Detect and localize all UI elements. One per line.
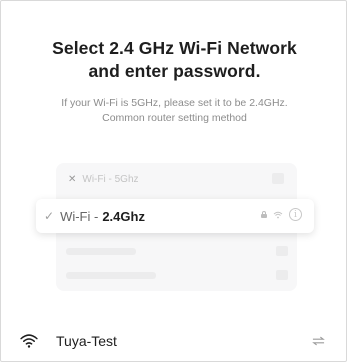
check-icon: ✓ <box>44 209 55 223</box>
info-icon: i <box>289 208 302 221</box>
placeholder-box <box>276 246 288 256</box>
placeholder-bar <box>66 271 156 279</box>
wifi-icon <box>20 334 38 348</box>
page-title-line1: Select 2.4 GHz Wi-Fi Network <box>52 38 297 58</box>
network-24g-band: 2.4Ghz <box>102 208 145 224</box>
switch-network-icon[interactable] <box>312 336 325 346</box>
placeholder-row <box>66 267 288 283</box>
placeholder-box <box>276 270 288 280</box>
network-24g-icons: i <box>261 208 302 221</box>
band-hint-text: If your Wi-Fi is 5GHz, please set it to … <box>61 97 288 109</box>
page-title-line2: and enter password. <box>88 61 261 81</box>
illustration-row-24g: ✓ Wi-Fi - 2.4Ghz i <box>36 199 314 233</box>
page-title: Select 2.4 GHz Wi-Fi Network and enter p… <box>0 37 349 83</box>
x-icon: ✕ <box>68 173 77 185</box>
wifi-icon <box>273 211 283 218</box>
placeholder-box <box>272 173 284 184</box>
illustration-row-5g: ✕ Wi-Fi - 5Ghz <box>62 166 292 192</box>
network-24g-prefix: Wi-Fi - <box>60 208 99 224</box>
wifi-band-illustration: ✕ Wi-Fi - 5Ghz ✓ Wi-Fi - 2.4Ghz i <box>0 155 349 295</box>
selected-network-row[interactable]: Tuya-Test <box>0 328 349 358</box>
placeholder-row <box>66 243 288 259</box>
placeholder-bar <box>66 247 136 255</box>
network-5g-label: Wi-Fi - 5Ghz <box>82 173 139 185</box>
lock-icon <box>261 211 267 218</box>
router-setting-link[interactable]: Common router setting method <box>0 111 349 126</box>
band-hint: If your Wi-Fi is 5GHz, please set it to … <box>0 96 349 126</box>
network-name: Tuya-Test <box>56 333 117 349</box>
